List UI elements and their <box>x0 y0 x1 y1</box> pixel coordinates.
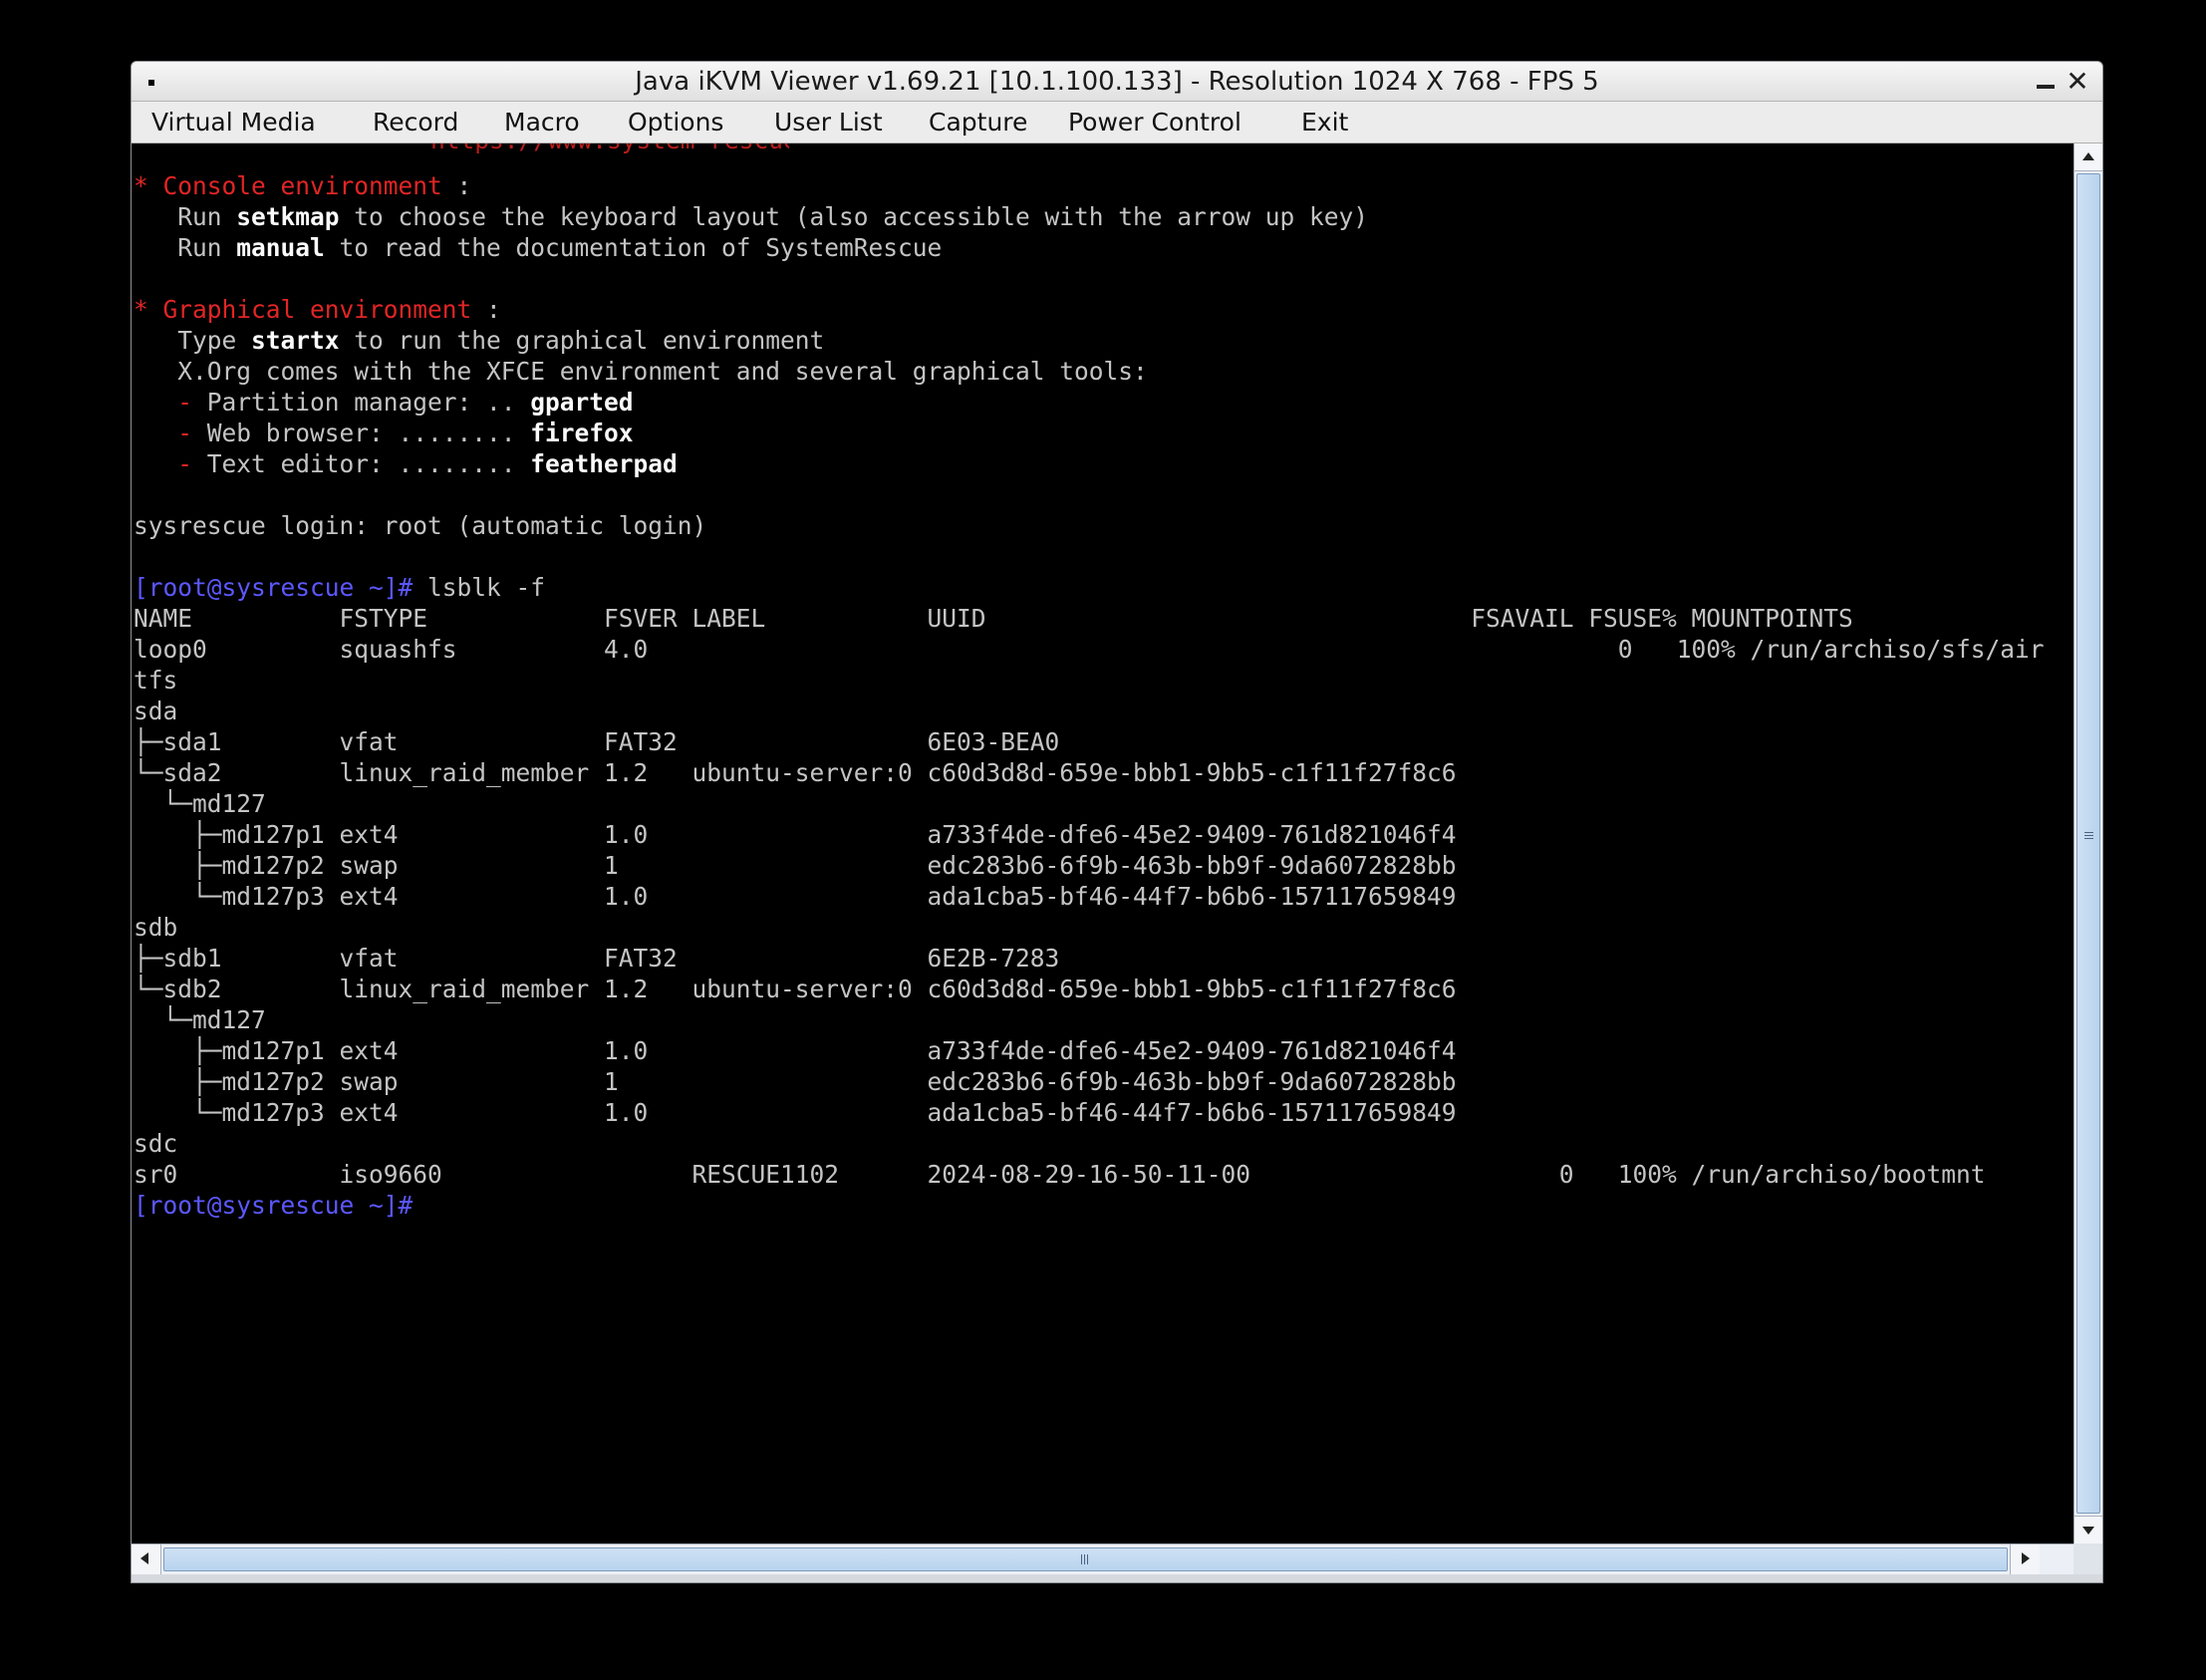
grip-icon <box>2084 832 2093 841</box>
lsblk-row: sdb <box>134 913 178 942</box>
console-env-heading: * Console environment : <box>134 171 472 200</box>
startx-line: Type startx to run the graphical environ… <box>134 326 825 355</box>
menu-capture[interactable]: Capture <box>929 102 1027 143</box>
menu-options[interactable]: Options <box>628 102 723 143</box>
lsblk-row: └─sdb2 linux_raid_member 1.2 ubuntu-serv… <box>134 975 1457 1003</box>
final-prompt-line: [root@sysrescue ~]# <box>134 1190 413 1221</box>
menu-virtual-media[interactable]: Virtual Media <box>151 102 316 143</box>
tool-line: - Web browser: ........ firefox <box>134 419 634 447</box>
graphical-env-heading: * Graphical environment : <box>134 295 501 324</box>
lsblk-row: ├─md127p2 swap 1 edc283b6-6f9b-463b-bb9f… <box>134 851 1457 880</box>
lsblk-row: └─md127 <box>134 789 266 818</box>
horizontal-scrollbar[interactable] <box>132 1543 2073 1574</box>
lsblk-row: sdc <box>134 1129 178 1158</box>
scroll-right-icon[interactable] <box>2010 1544 2040 1574</box>
menu-record[interactable]: Record <box>373 102 458 143</box>
lsblk-row: └─sda2 linux_raid_member 1.2 ubuntu-serv… <box>134 758 1457 787</box>
vertical-scrollbar[interactable] <box>2073 143 2102 1543</box>
menu-exit[interactable]: Exit <box>1301 102 1348 143</box>
scroll-up-icon[interactable] <box>2074 143 2102 171</box>
menu-bar: Virtual Media Record Macro Options User … <box>132 102 2102 143</box>
lsblk-row: ├─md127p1 ext4 1.0 a733f4de-dfe6-45e2-94… <box>134 1036 1457 1065</box>
ikvm-viewer-window: Java iKVM Viewer v1.69.21 [10.1.100.133]… <box>131 61 2103 1583</box>
setkmap-line: Run setkmap to choose the keyboard layou… <box>134 202 1369 231</box>
grip-icon <box>1081 1554 1090 1564</box>
lsblk-row: └─md127p3 ext4 1.0 ada1cba5-bf46-44f7-b6… <box>134 1098 1457 1127</box>
lsblk-row: ├─md127p1 ext4 1.0 a733f4de-dfe6-45e2-94… <box>134 820 1457 849</box>
lsblk-row: ├─sda1 vfat FAT32 6E03-BEA0 <box>134 727 1060 756</box>
scrollbar-corner <box>2073 1543 2102 1574</box>
remote-console-screen[interactable]: https://www.system-rescue.org/ * Console… <box>132 143 2073 1543</box>
lsblk-row: sr0 iso9660 RESCUE1102 2024-08-29-16-50-… <box>134 1160 1986 1189</box>
window-title: Java iKVM Viewer v1.69.21 [10.1.100.133]… <box>635 67 1599 97</box>
login-line: sysrescue login: root (automatic login) <box>134 511 707 540</box>
lsblk-row: ├─sdb1 vfat FAT32 6E2B-7283 <box>134 944 1060 973</box>
typed-command: lsblk -f <box>413 573 546 602</box>
shell-prompt: [root@sysrescue ~]# <box>134 1191 414 1220</box>
cut-off-url-line: https://www.system-rescue.org/ <box>430 143 789 153</box>
minimize-icon[interactable] <box>2037 85 2055 89</box>
scroll-left-icon[interactable] <box>132 1544 161 1574</box>
lsblk-row: └─md127p3 ext4 1.0 ada1cba5-bf46-44f7-b6… <box>134 882 1457 911</box>
tool-line: - Text editor: ........ featherpad <box>134 449 678 478</box>
lsblk-row: ├─md127p2 swap 1 edc283b6-6f9b-463b-bb9f… <box>134 1067 1457 1096</box>
menu-user-list[interactable]: User List <box>774 102 883 143</box>
manual-line: Run manual to read the documentation of … <box>134 233 943 262</box>
tool-line: - Partition manager: .. gparted <box>134 388 634 417</box>
lsblk-row: └─md127 <box>134 1005 266 1034</box>
menu-macro[interactable]: Macro <box>504 102 580 143</box>
menu-power-control[interactable]: Power Control <box>1068 102 1241 143</box>
lsblk-row: loop0 squashfs 4.0 0 100% /run/archiso/s… <box>134 635 2045 664</box>
title-bar[interactable]: Java iKVM Viewer v1.69.21 [10.1.100.133]… <box>132 62 2102 102</box>
command-line: [root@sysrescue ~]# lsblk -f <box>134 572 545 603</box>
xorg-line: X.Org comes with the XFCE environment an… <box>134 357 1148 386</box>
close-icon[interactable]: ✕ <box>2063 67 2092 97</box>
horizontal-scroll-thumb[interactable] <box>163 1547 2008 1571</box>
lsblk-row: sda <box>134 697 178 725</box>
shell-prompt: [root@sysrescue ~]# <box>134 573 414 602</box>
lsblk-header: NAME FSTYPE FSVER LABEL UUID FSAVAIL FSU… <box>134 604 1853 633</box>
scroll-down-icon[interactable] <box>2074 1516 2102 1543</box>
lsblk-row: tfs <box>134 666 178 695</box>
vertical-scroll-thumb[interactable] <box>2076 173 2100 1514</box>
